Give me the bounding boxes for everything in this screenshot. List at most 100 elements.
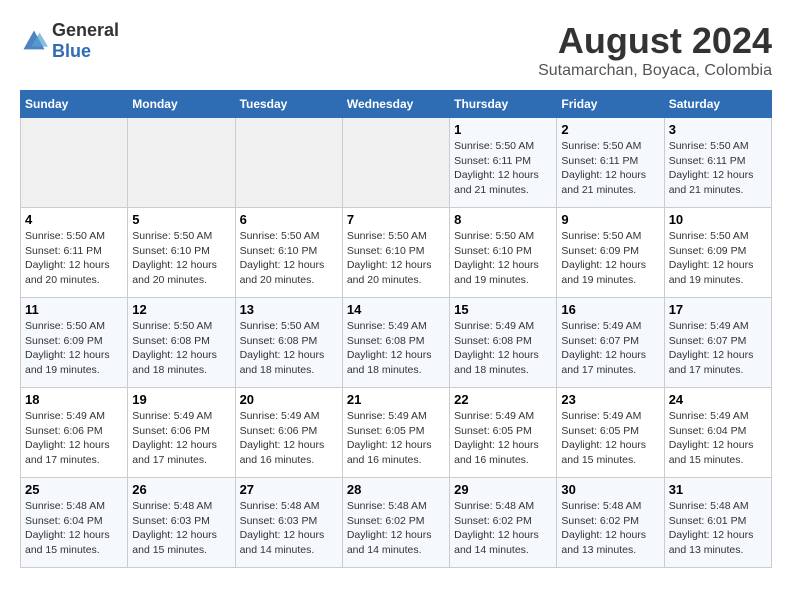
day-number: 14 [347, 302, 445, 317]
day-info: Sunrise: 5:50 AM Sunset: 6:10 PM Dayligh… [240, 229, 338, 288]
day-number: 29 [454, 482, 552, 497]
day-info: Sunrise: 5:49 AM Sunset: 6:06 PM Dayligh… [240, 409, 338, 468]
day-cell: 22 Sunrise: 5:49 AM Sunset: 6:05 PM Dayli… [450, 388, 557, 478]
day-info: Sunrise: 5:49 AM Sunset: 6:06 PM Dayligh… [132, 409, 230, 468]
header: General Blue August 2024 Sutamarchan, Bo… [20, 20, 772, 80]
day-info: Sunrise: 5:50 AM Sunset: 6:08 PM Dayligh… [132, 319, 230, 378]
day-number: 7 [347, 212, 445, 227]
day-info: Sunrise: 5:49 AM Sunset: 6:08 PM Dayligh… [454, 319, 552, 378]
subtitle: Sutamarchan, Boyaca, Colombia [538, 62, 772, 80]
day-info: Sunrise: 5:50 AM Sunset: 6:10 PM Dayligh… [454, 229, 552, 288]
day-number: 15 [454, 302, 552, 317]
day-cell: 18Sunrise: 5:49 AM Sunset: 6:06 PM Dayli… [21, 388, 128, 478]
day-number: 2 [561, 122, 659, 137]
header-row: SundayMondayTuesdayWednesdayThursdayFrid… [21, 91, 772, 118]
day-cell [21, 118, 128, 208]
logo: General Blue [20, 20, 119, 62]
day-number: 8 [454, 212, 552, 227]
day-number: 31 [669, 482, 767, 497]
day-cell: 25 Sunrise: 5:48 AM Sunset: 6:04 PM Dayli… [21, 478, 128, 568]
day-info: Sunrise: 5:50 AM Sunset: 6:09 PM Dayligh… [561, 229, 659, 288]
day-number: 18 [25, 392, 123, 407]
day-cell: 2 Sunrise: 5:50 AM Sunset: 6:11 PM Daylig… [557, 118, 664, 208]
day-cell [235, 118, 342, 208]
day-info: Sunrise: 5:50 AM Sunset: 6:11 PM Dayligh… [669, 139, 767, 198]
day-number: 6 [240, 212, 338, 227]
day-number: 5 [132, 212, 230, 227]
day-info: Sunrise: 5:50 AM Sunset: 6:11 PM Dayligh… [561, 139, 659, 198]
day-cell: 30 Sunrise: 5:48 AM Sunset: 6:02 PM Dayli… [557, 478, 664, 568]
day-cell: 9 Sunrise: 5:50 AM Sunset: 6:09 PM Daylig… [557, 208, 664, 298]
day-cell: 19 Sunrise: 5:49 AM Sunset: 6:06 PM Dayli… [128, 388, 235, 478]
day-info: Sunrise: 5:48 AM Sunset: 6:02 PM Dayligh… [561, 499, 659, 558]
day-info: Sunrise: 5:49 AM Sunset: 6:07 PM Dayligh… [669, 319, 767, 378]
logo-blue-text: Blue [52, 41, 91, 61]
day-info: Sunrise: 5:48 AM Sunset: 6:02 PM Dayligh… [347, 499, 445, 558]
day-cell: 7Sunrise: 5:50 AM Sunset: 6:10 PM Daylig… [342, 208, 449, 298]
week-row-2: 4 Sunrise: 5:50 AM Sunset: 6:11 PM Daylig… [21, 208, 772, 298]
day-number: 4 [25, 212, 123, 227]
day-cell: 27 Sunrise: 5:48 AM Sunset: 6:03 PM Dayli… [235, 478, 342, 568]
header-cell-thursday: Thursday [450, 91, 557, 118]
header-cell-tuesday: Tuesday [235, 91, 342, 118]
day-cell: 3 Sunrise: 5:50 AM Sunset: 6:11 PM Daylig… [664, 118, 771, 208]
day-cell: 4 Sunrise: 5:50 AM Sunset: 6:11 PM Daylig… [21, 208, 128, 298]
day-cell [342, 118, 449, 208]
day-info: Sunrise: 5:48 AM Sunset: 6:04 PM Dayligh… [25, 499, 123, 558]
day-cell: 17 Sunrise: 5:49 AM Sunset: 6:07 PM Dayli… [664, 298, 771, 388]
day-number: 27 [240, 482, 338, 497]
day-info: Sunrise: 5:49 AM Sunset: 6:05 PM Dayligh… [454, 409, 552, 468]
day-number: 30 [561, 482, 659, 497]
day-number: 13 [240, 302, 338, 317]
day-cell: 23 Sunrise: 5:49 AM Sunset: 6:05 PM Dayli… [557, 388, 664, 478]
day-cell: 20Sunrise: 5:49 AM Sunset: 6:06 PM Dayli… [235, 388, 342, 478]
day-cell: 12 Sunrise: 5:50 AM Sunset: 6:08 PM Dayli… [128, 298, 235, 388]
day-cell: 5 Sunrise: 5:50 AM Sunset: 6:10 PM Daylig… [128, 208, 235, 298]
header-cell-saturday: Saturday [664, 91, 771, 118]
day-number: 17 [669, 302, 767, 317]
day-info: Sunrise: 5:49 AM Sunset: 6:07 PM Dayligh… [561, 319, 659, 378]
day-number: 19 [132, 392, 230, 407]
day-cell: 11Sunrise: 5:50 AM Sunset: 6:09 PM Dayli… [21, 298, 128, 388]
day-info: Sunrise: 5:50 AM Sunset: 6:09 PM Dayligh… [669, 229, 767, 288]
day-number: 16 [561, 302, 659, 317]
day-cell: 16 Sunrise: 5:49 AM Sunset: 6:07 PM Dayli… [557, 298, 664, 388]
day-info: Sunrise: 5:50 AM Sunset: 6:11 PM Dayligh… [25, 229, 123, 288]
logo-general-text: General [52, 20, 119, 40]
day-info: Sunrise: 5:50 AM Sunset: 6:08 PM Dayligh… [240, 319, 338, 378]
day-cell: 10 Sunrise: 5:50 AM Sunset: 6:09 PM Dayli… [664, 208, 771, 298]
day-cell [128, 118, 235, 208]
day-cell: 29 Sunrise: 5:48 AM Sunset: 6:02 PM Dayli… [450, 478, 557, 568]
day-info: Sunrise: 5:50 AM Sunset: 6:10 PM Dayligh… [132, 229, 230, 288]
day-cell: 21Sunrise: 5:49 AM Sunset: 6:05 PM Dayli… [342, 388, 449, 478]
day-cell: 6 Sunrise: 5:50 AM Sunset: 6:10 PM Daylig… [235, 208, 342, 298]
day-info: Sunrise: 5:48 AM Sunset: 6:03 PM Dayligh… [240, 499, 338, 558]
day-info: Sunrise: 5:49 AM Sunset: 6:05 PM Dayligh… [561, 409, 659, 468]
week-row-3: 11Sunrise: 5:50 AM Sunset: 6:09 PM Dayli… [21, 298, 772, 388]
day-info: Sunrise: 5:49 AM Sunset: 6:08 PM Dayligh… [347, 319, 445, 378]
day-cell: 1Sunrise: 5:50 AM Sunset: 6:11 PM Daylig… [450, 118, 557, 208]
day-number: 3 [669, 122, 767, 137]
day-number: 9 [561, 212, 659, 227]
main-title: August 2024 [538, 20, 772, 62]
day-info: Sunrise: 5:48 AM Sunset: 6:02 PM Dayligh… [454, 499, 552, 558]
day-info: Sunrise: 5:50 AM Sunset: 6:09 PM Dayligh… [25, 319, 123, 378]
day-number: 22 [454, 392, 552, 407]
day-cell: 14 Sunrise: 5:49 AM Sunset: 6:08 PM Dayli… [342, 298, 449, 388]
header-cell-monday: Monday [128, 91, 235, 118]
day-number: 12 [132, 302, 230, 317]
day-cell: 13 Sunrise: 5:50 AM Sunset: 6:08 PM Dayli… [235, 298, 342, 388]
day-number: 23 [561, 392, 659, 407]
header-cell-wednesday: Wednesday [342, 91, 449, 118]
header-cell-sunday: Sunday [21, 91, 128, 118]
day-cell: 26 Sunrise: 5:48 AM Sunset: 6:03 PM Dayli… [128, 478, 235, 568]
day-cell: 8 Sunrise: 5:50 AM Sunset: 6:10 PM Daylig… [450, 208, 557, 298]
calendar-table: SundayMondayTuesdayWednesdayThursdayFrid… [20, 90, 772, 568]
day-number: 10 [669, 212, 767, 227]
logo-icon [20, 27, 48, 55]
day-info: Sunrise: 5:48 AM Sunset: 6:03 PM Dayligh… [132, 499, 230, 558]
day-number: 25 [25, 482, 123, 497]
week-row-4: 18 Sunrise: 5:49 AM Sunset: 6:06 PM Dayli… [21, 388, 772, 478]
title-area: August 2024 Sutamarchan, Boyaca, Colombi… [538, 20, 772, 80]
day-number: 26 [132, 482, 230, 497]
